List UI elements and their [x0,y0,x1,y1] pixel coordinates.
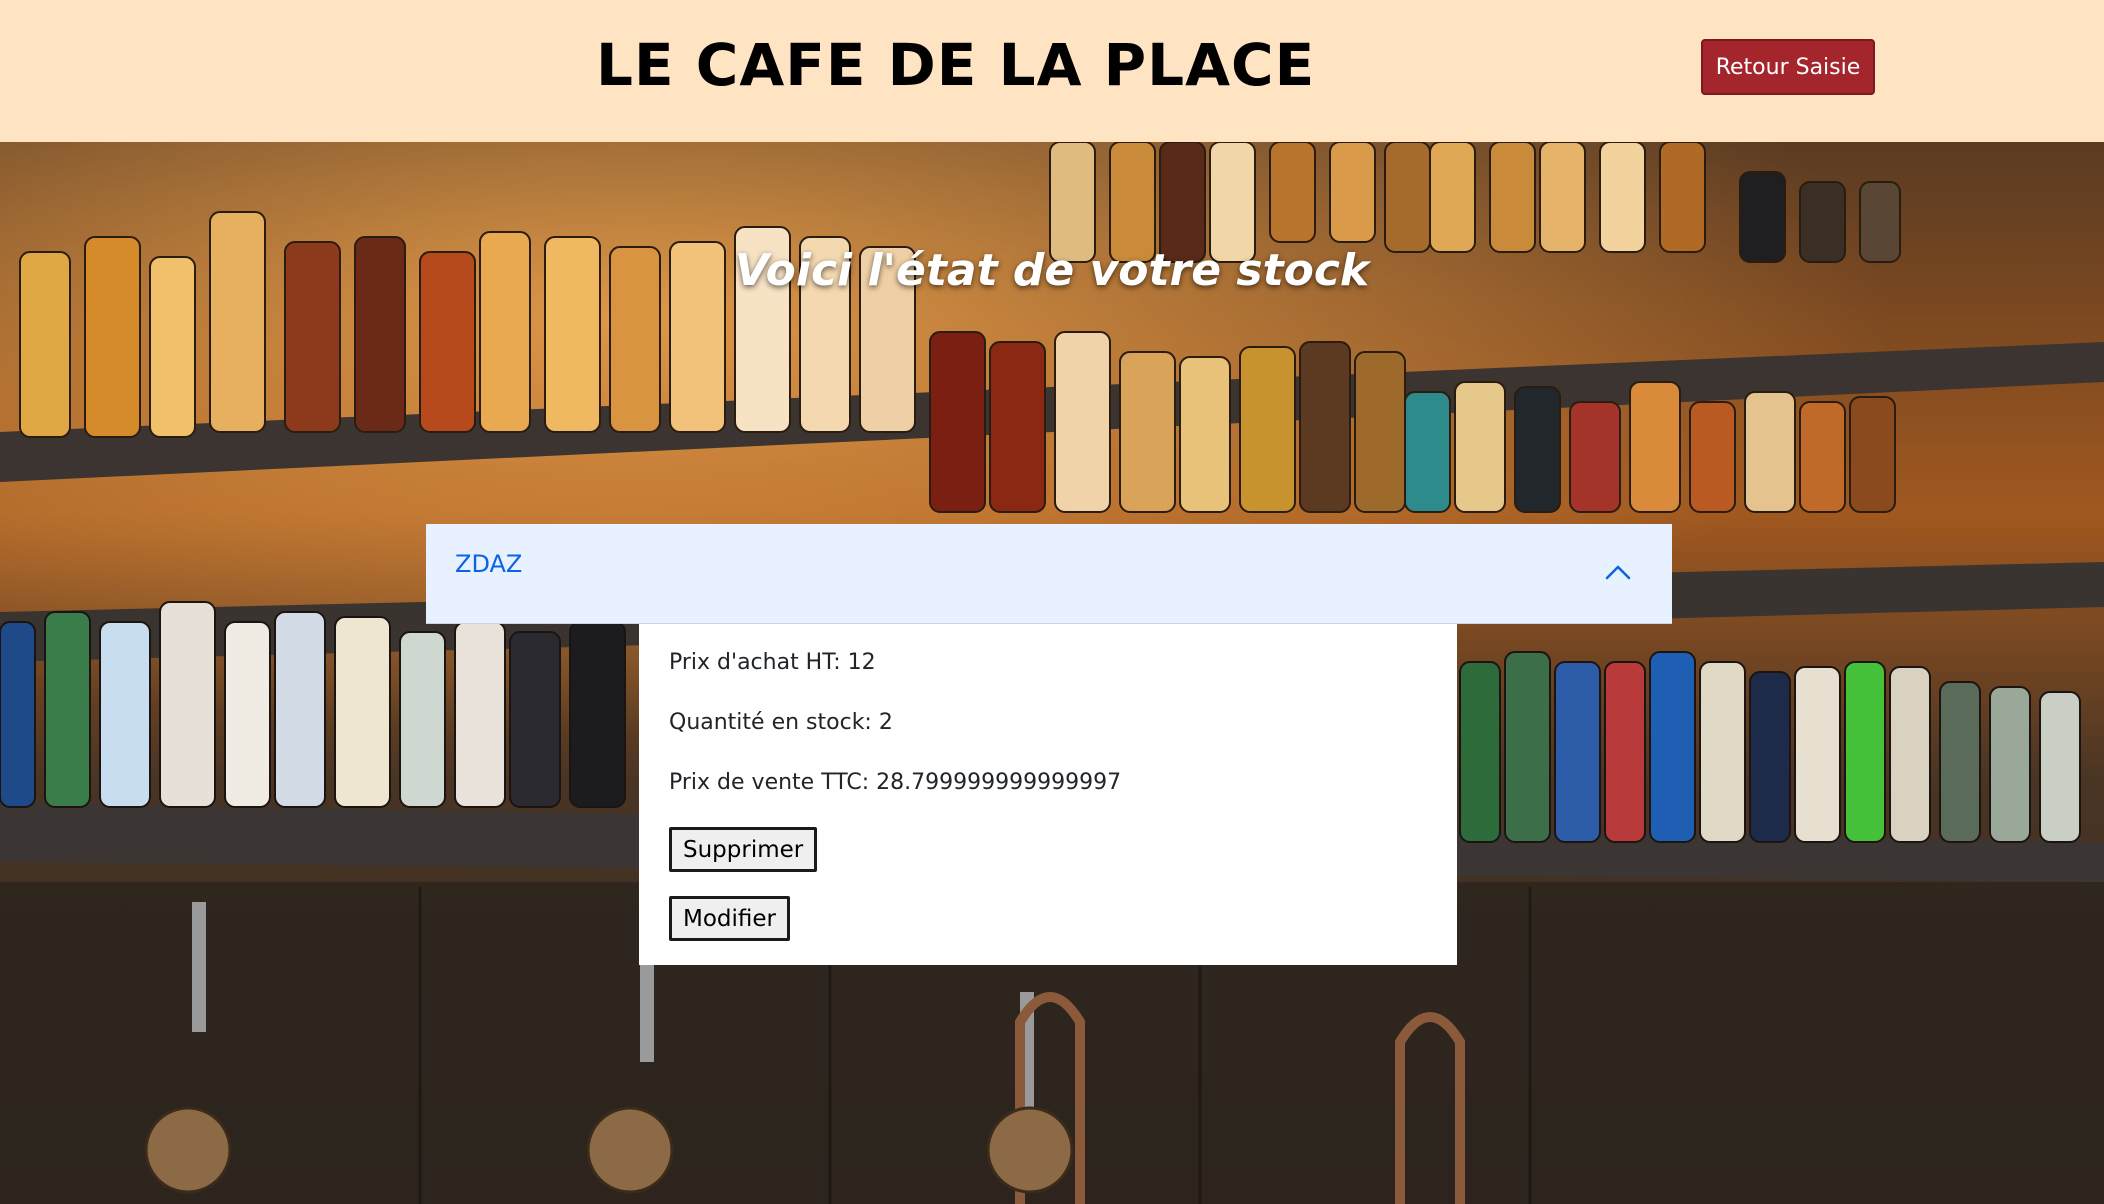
stock-heading: Voici l'état de votre stock [734,245,1370,296]
sale-price-text: Prix de vente TTC: 28.799999999999997 [669,770,1122,795]
edit-button[interactable]: Modifier [669,896,790,941]
delete-button[interactable]: Supprimer [669,827,818,872]
site-title: LE CAFE DE LA PLACE [596,31,1316,99]
stock-item-details: Prix d'achat HT: 12 Quantité en stock: 2… [639,624,1457,965]
stock-item-accordion-header[interactable]: ZDAZ [426,524,1672,624]
chevron-up-icon[interactable] [1602,556,1634,588]
site-header: LE CAFE DE LA PLACE Retour Saisie [0,0,2104,142]
stock-item-name: ZDAZ [455,550,523,578]
stock-quantity-text: Quantité en stock: 2 [669,710,893,735]
purchase-price-text: Prix d'achat HT: 12 [669,650,876,675]
back-to-entry-button[interactable]: Retour Saisie [1701,39,1875,95]
